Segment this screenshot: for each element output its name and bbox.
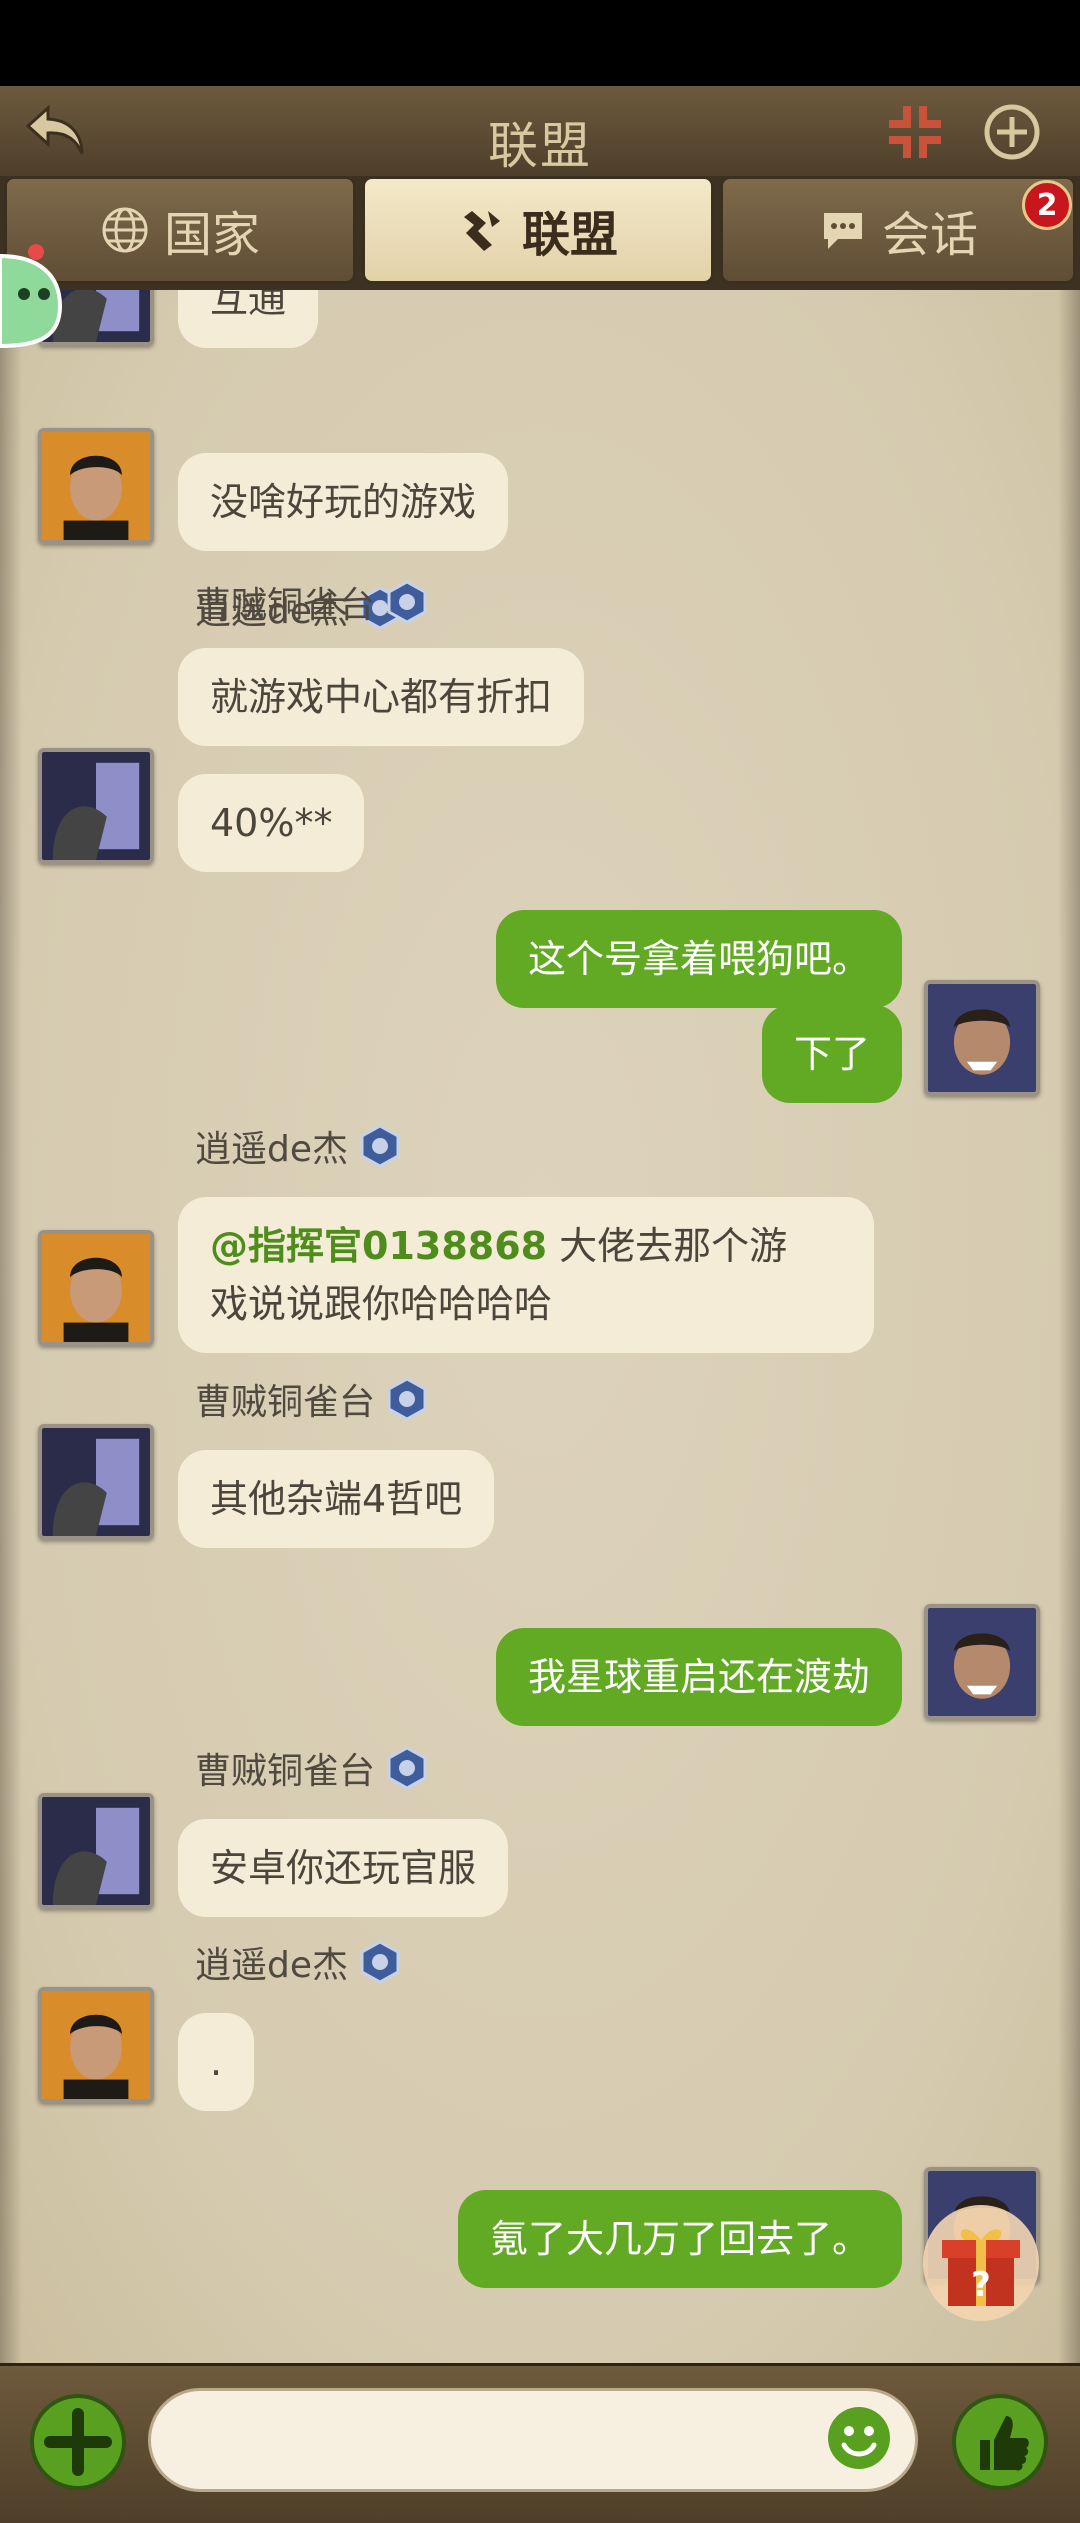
message-bubble[interactable]: .	[178, 2013, 255, 2111]
status-bar	[0, 0, 1080, 86]
avatar-xiaoyao[interactable]	[38, 428, 154, 544]
message-bubble-self[interactable]: 下了	[761, 1005, 902, 1103]
avatar-xiaoyao[interactable]	[38, 1230, 154, 1346]
rank-badge-icon	[360, 1124, 400, 1168]
tab-alliance[interactable]: 联盟	[362, 176, 714, 284]
mention-link[interactable]: @指挥官0138868	[210, 1224, 547, 1268]
message-bubble[interactable]: 40%**	[178, 774, 365, 872]
avatar-cao[interactable]	[38, 1424, 154, 1540]
sender-name-row: 曹贼铜雀台	[195, 1742, 429, 1794]
chat-list[interactable]: 互通 逍遥de杰 没啥好玩的游戏 曹贼铜雀台 就游戏中心都有折扣 40%** 这…	[0, 290, 1080, 2363]
sender-name[interactable]: 曹贼铜雀台	[195, 1373, 375, 1425]
sender-name-row: 逍遥de杰	[195, 1936, 402, 1988]
message-input-box[interactable]	[148, 2388, 918, 2492]
avatar-cao[interactable]	[38, 1793, 154, 1909]
emoji-icon[interactable]	[826, 2405, 892, 2471]
sender-name-row: 曹贼铜雀台	[195, 1373, 429, 1425]
alliance-icon	[463, 211, 500, 251]
torn-edge-left	[0, 290, 22, 2363]
sender-name[interactable]: 逍遥de杰	[195, 1936, 348, 1988]
avatar-self[interactable]	[924, 1604, 1040, 1720]
message-bubble[interactable]: 没啥好玩的游戏	[178, 453, 509, 551]
mascot-icon[interactable]	[0, 236, 64, 362]
tab-bar: 国家 联盟 会话	[0, 176, 1080, 290]
message-bubble[interactable]: 安卓你还玩官服	[178, 1819, 509, 1917]
sender-name-row: 逍遥de杰	[195, 1120, 402, 1172]
tab-conversation[interactable]: 会话	[720, 176, 1076, 284]
sender-name[interactable]: 逍遥de杰	[195, 1120, 348, 1172]
shrink-icon[interactable]	[885, 102, 945, 162]
rank-badge-icon	[387, 1746, 427, 1790]
chat-bubble-icon	[823, 213, 862, 249]
tab-conversation-label: 会话	[881, 207, 978, 263]
message-bubble[interactable]: @指挥官0138868 大佬去那个游 戏说说跟你哈哈哈哈	[178, 1197, 874, 1353]
message-bubble-self[interactable]: 我星球重启还在渡劫	[495, 1628, 902, 1726]
rank-badge-icon	[360, 1940, 400, 1984]
plus-circle-icon[interactable]	[983, 103, 1041, 161]
unread-badge: 2	[1022, 180, 1072, 230]
avatar-cao[interactable]	[38, 748, 154, 864]
sender-name[interactable]: 曹贼铜雀台	[195, 576, 375, 628]
plus-button[interactable]	[28, 2392, 128, 2492]
tab-alliance-label: 联盟	[521, 207, 618, 263]
gift-icon[interactable]: ?	[918, 2200, 1044, 2326]
torn-edge-right	[1058, 290, 1080, 2363]
thumbs-up-icon[interactable]	[950, 2392, 1050, 2492]
message-text: 大佬去那个游	[547, 1224, 788, 1268]
message-bubble[interactable]: 就游戏中心都有折扣	[178, 648, 585, 746]
rank-badge-icon	[387, 580, 427, 624]
tab-country-label: 国家	[163, 207, 260, 263]
message-text: 戏说说跟你哈哈哈哈	[210, 1282, 553, 1326]
svg-text:?: ?	[971, 2265, 991, 2305]
rank-badge-icon	[387, 1377, 427, 1421]
message-bubble[interactable]: 其他杂端4哲吧	[178, 1450, 495, 1548]
sender-name[interactable]: 曹贼铜雀台	[195, 1742, 375, 1794]
message-bubble-self[interactable]: 这个号拿着喂狗吧。	[495, 910, 902, 1008]
sender-name-row: 曹贼铜雀台	[195, 576, 429, 628]
message-bubble[interactable]: 互通	[178, 290, 319, 348]
avatar-self[interactable]	[924, 980, 1040, 1096]
avatar-xiaoyao[interactable]	[38, 1987, 154, 2103]
message-input[interactable]	[181, 2409, 825, 2473]
message-bubble-self[interactable]: 氪了大几万了回去了。	[457, 2190, 902, 2288]
header: 联盟	[0, 86, 1080, 179]
globe-icon	[102, 207, 148, 253]
input-bar	[0, 2363, 1080, 2523]
